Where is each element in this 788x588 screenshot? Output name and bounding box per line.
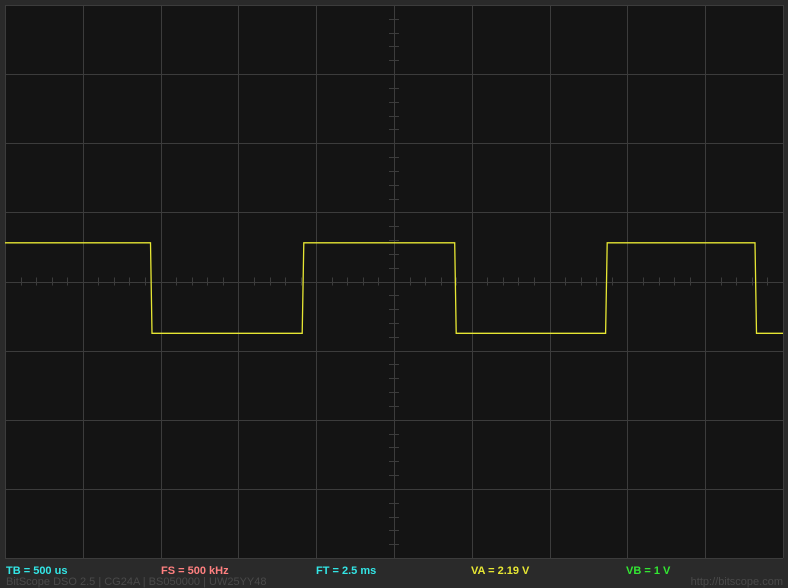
frame-time-label: FT = 2.5 ms — [316, 565, 377, 577]
channel-b-scale-label: VB = 1 V — [626, 565, 671, 577]
website-footer: http://bitscope.com — [690, 576, 783, 588]
channel-a-scale-label: VA = 2.19 V — [471, 565, 530, 577]
scope-display — [5, 5, 784, 559]
device-info-footer: BitScope DSO 2.5 | CG24A | BS050000 | UW… — [6, 576, 267, 588]
